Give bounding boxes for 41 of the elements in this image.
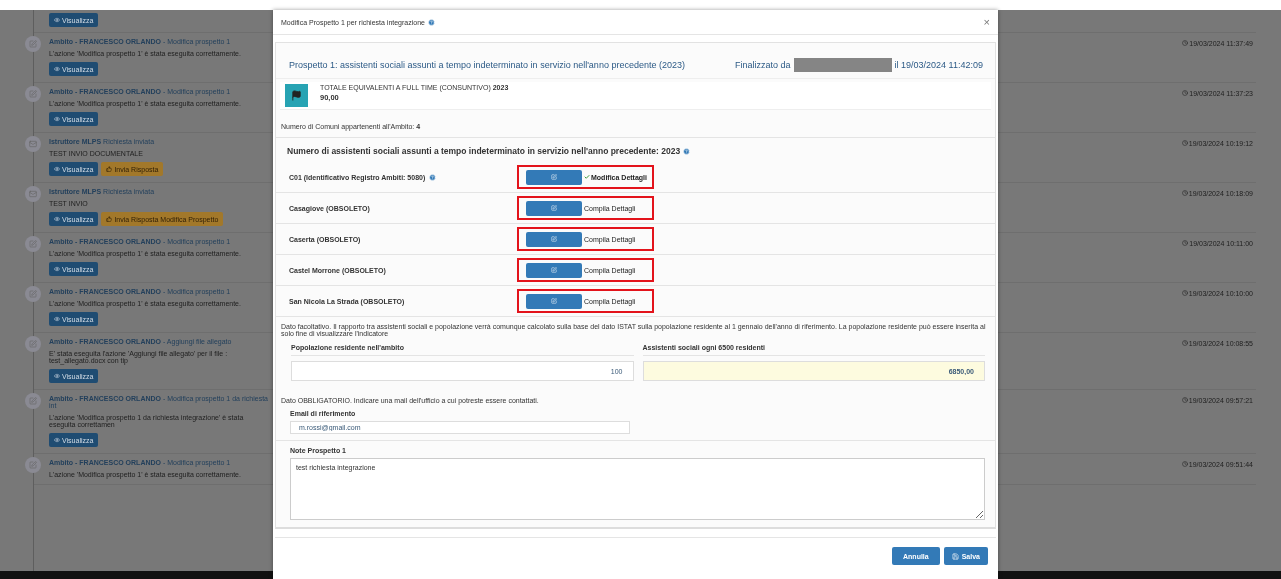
clock-icon: [1182, 90, 1189, 96]
section-title: Numero di assistenti sociali assunti a tempo indeterminato in servizio nell'anno precedente: 2023: [287, 146, 681, 156]
eye-icon: [54, 17, 60, 23]
thumbs-up-icon: [106, 166, 113, 172]
eye-icon: [54, 316, 60, 322]
edit-button[interactable]: [526, 262, 582, 278]
clock-icon: [1181, 461, 1188, 467]
edit-icon: [551, 298, 557, 304]
save-icon: [951, 552, 959, 560]
eye-icon: [54, 166, 60, 172]
clock-icon: [1181, 397, 1188, 403]
eye-icon: [54, 266, 60, 272]
edit-button[interactable]: [526, 200, 582, 216]
eye-icon: [54, 437, 60, 443]
help-icon[interactable]: [427, 18, 435, 26]
clock-icon: [1181, 190, 1188, 196]
clock-icon: [1182, 240, 1189, 246]
finalized-label: Finalizzato da: [735, 60, 791, 70]
check-icon: [584, 174, 590, 180]
edit-icon: [551, 174, 557, 180]
help-icon[interactable]: [429, 173, 437, 181]
eye-icon: [54, 116, 60, 122]
edit-button[interactable]: [526, 169, 582, 185]
flag-icon: [285, 84, 308, 107]
eye-icon: [54, 66, 60, 72]
edit-icon: [551, 267, 557, 273]
prospetto-title: Prospetto 1: assistenti sociali assunti a tempo indeterminato in servizio nell'anno precedente (2023): [289, 60, 685, 70]
edit-icon: [551, 236, 557, 242]
edit-icon: [551, 205, 557, 211]
clock-icon: [1181, 340, 1188, 346]
clock-icon: [1181, 290, 1188, 296]
eye-icon: [54, 373, 60, 379]
clock-icon: [1182, 40, 1189, 46]
clock-icon: [1181, 140, 1188, 146]
edit-button[interactable]: [526, 293, 582, 309]
eye-icon: [54, 216, 60, 222]
help-icon[interactable]: [683, 147, 691, 155]
finalized-date: il 19/03/2024 11:42:09: [894, 60, 983, 70]
edit-button[interactable]: [526, 231, 582, 247]
close-button[interactable]: ×: [983, 16, 990, 28]
thumbs-up-icon: [106, 216, 113, 222]
